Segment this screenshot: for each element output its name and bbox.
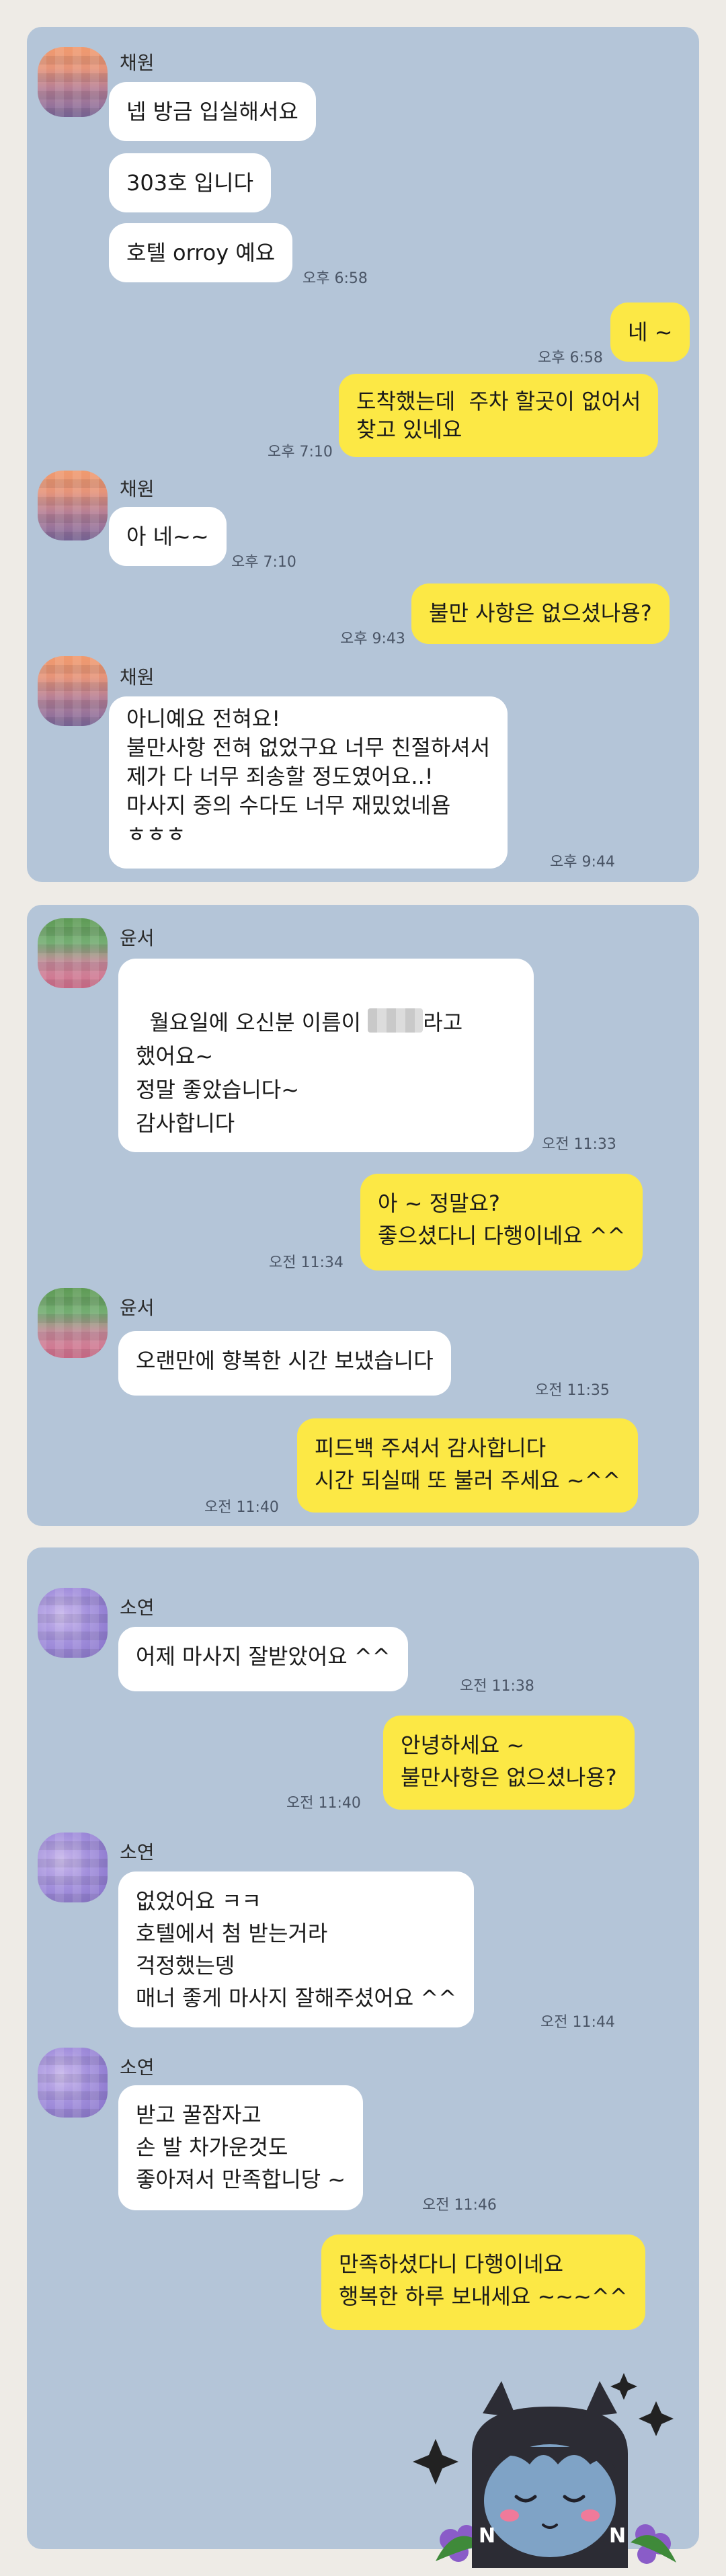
timestamp: 오전 11:46 (422, 2197, 497, 2214)
incoming-message[interactable]: 어제 마사지 잘받았어요 ^^ (118, 1627, 408, 1691)
message-text: 했어요~ 정말 좋았습니다~ 감사합니다 (136, 1043, 300, 1136)
incoming-message[interactable]: 아 네~~ (109, 507, 227, 566)
avatar[interactable] (38, 47, 108, 117)
blurred-name (368, 1008, 424, 1033)
avatar[interactable] (38, 656, 108, 726)
incoming-message[interactable]: 월요일에 오신분 이름이 라고 했어요~ 정말 좋았습니다~ 감사합니다 (118, 959, 534, 1152)
svg-text:N: N (609, 2524, 626, 2548)
timestamp: 오후 6:58 (538, 350, 603, 366)
timestamp: 오전 11:44 (540, 2014, 615, 2031)
timestamp: 오후 7:10 (231, 554, 296, 571)
outgoing-message[interactable]: 불만 사항은 없으셨나용? (411, 583, 670, 644)
incoming-message[interactable]: 없었어요 ㅋㅋ 호텔에서 첨 받는거라 걱정했는뎅 매너 좋게 마사지 잘해주셨… (118, 1871, 475, 2027)
sender-name: 소연 (120, 1597, 155, 1619)
incoming-message[interactable]: 303호 입니다 (109, 153, 272, 212)
timestamp: 오전 11:33 (542, 1136, 616, 1153)
outgoing-message[interactable]: 도착했는데 주차 할곳이 없어서 찾고 있네요 (339, 374, 659, 457)
incoming-message[interactable]: 넵 방금 입실해서요 (109, 82, 316, 141)
incoming-message[interactable]: 호텔 orroy 예요 (109, 223, 293, 282)
message-text: 라고 (423, 1010, 463, 1035)
timestamp: 오전 11:34 (269, 1254, 344, 1271)
svg-text:N: N (479, 2524, 495, 2548)
character-sticker[interactable]: N N (409, 2366, 698, 2568)
timestamp: 오후 7:10 (268, 444, 333, 460)
timestamp: 오전 11:40 (204, 1499, 279, 1516)
sparkle-icon (639, 2401, 674, 2436)
incoming-message[interactable]: 아니예요 전혀요! 불만사항 전혀 없었구요 너무 친절하셔서 제가 다 너무 … (109, 696, 508, 869)
timestamp: 오후 9:43 (340, 631, 405, 647)
outgoing-message[interactable]: 아 ~ 정말요? 좋으셨다니 다행이네요 ^^ (360, 1174, 643, 1271)
message-text: 월요일에 오신분 이름이 (149, 1010, 368, 1035)
sparkle-icon (610, 2373, 637, 2400)
timestamp: 오전 11:38 (460, 1678, 534, 1695)
avatar[interactable] (38, 1288, 108, 1358)
avatar[interactable] (38, 918, 108, 988)
timestamp: 오전 11:40 (286, 1795, 361, 1812)
sender-name: 소연 (120, 2056, 155, 2079)
sender-name: 채원 (120, 666, 155, 688)
avatar[interactable] (38, 2048, 108, 2118)
avatar[interactable] (38, 471, 108, 540)
sender-name: 채원 (120, 478, 155, 500)
avatar[interactable] (38, 1588, 108, 1658)
incoming-message[interactable]: 받고 꿀잠자고 손 발 차가운것도 좋아져서 만족합니당 ~ (118, 2085, 364, 2210)
outgoing-message[interactable]: 피드백 주셔서 감사합니다 시간 되실때 또 불러 주세요 ~^^ (297, 1418, 639, 1513)
timestamp: 오후 9:44 (550, 854, 615, 871)
timestamp: 오후 6:58 (302, 270, 368, 287)
timestamp: 오전 11:35 (535, 1382, 610, 1399)
avatar[interactable] (38, 1833, 108, 1902)
sender-name: 윤서 (120, 1297, 155, 1319)
sender-name: 채원 (120, 52, 155, 74)
outgoing-message[interactable]: 만족하셨다니 다행이네요 행복한 하루 보내세요 ~~~^^ (321, 2235, 645, 2330)
incoming-message[interactable]: 오랜만에 향복한 시간 보냈습니다 (118, 1331, 451, 1396)
sender-name: 소연 (120, 1841, 155, 1863)
outgoing-message[interactable]: 네 ~ (610, 303, 690, 362)
outgoing-message[interactable]: 안녕하세요 ~ 불만사항은 없으셨나용? (383, 1716, 635, 1810)
sender-name: 윤서 (120, 927, 155, 949)
sparkle-icon (413, 2439, 458, 2485)
